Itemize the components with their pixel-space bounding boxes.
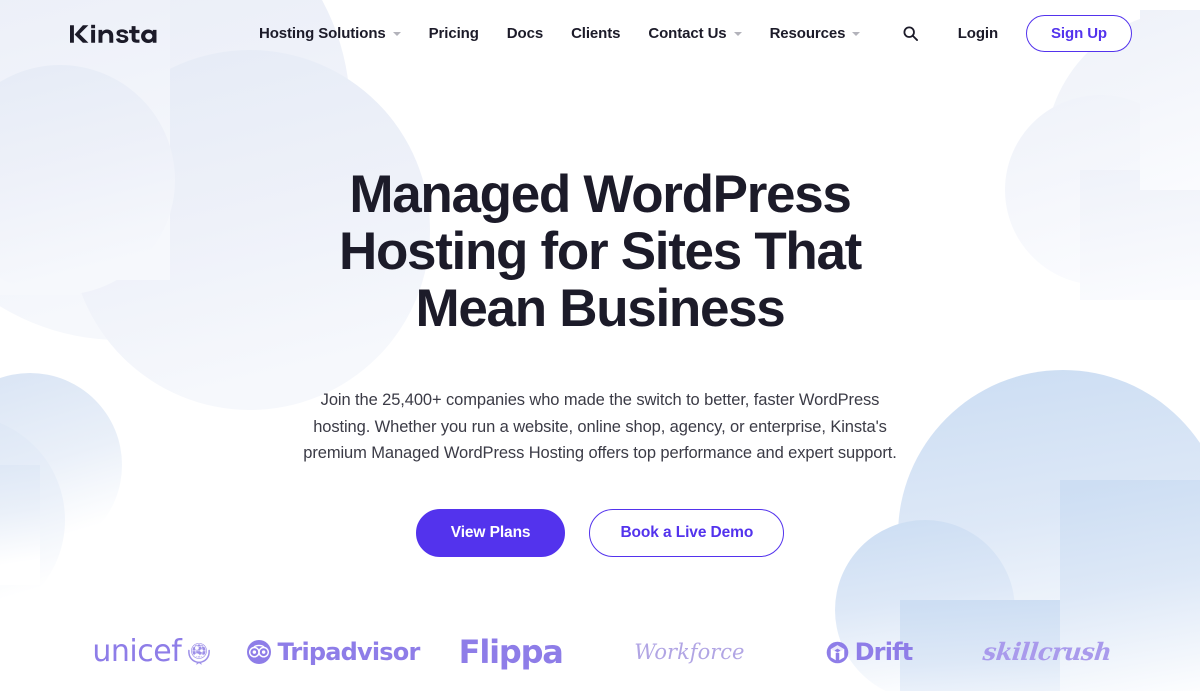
tripadvisor-owl-icon bbox=[247, 640, 272, 664]
chevron-down-icon bbox=[852, 31, 861, 36]
client-logo-skillcrush[interactable]: skillcrush bbox=[957, 637, 1136, 666]
chevron-down-icon bbox=[392, 31, 401, 36]
nav-item-pricing[interactable]: Pricing bbox=[415, 25, 493, 42]
view-plans-button[interactable]: View Plans bbox=[415, 508, 566, 557]
client-logo-flippa[interactable]: Flippa bbox=[421, 636, 600, 668]
unicef-emblem-icon bbox=[188, 643, 211, 665]
nav-label: Docs bbox=[506, 25, 544, 42]
hero-cta-row: View Plans Book a Live Demo bbox=[0, 508, 1200, 557]
hero-subtext: Join the 25,400+ companies who made the … bbox=[303, 391, 897, 462]
kinsta-logo[interactable] bbox=[70, 21, 162, 47]
nav-item-docs[interactable]: Docs bbox=[493, 25, 557, 42]
search-icon bbox=[903, 26, 919, 41]
search-button[interactable] bbox=[894, 17, 928, 51]
nav-label: Hosting Solutions bbox=[259, 25, 386, 42]
kinsta-wordmark-icon bbox=[70, 24, 157, 43]
page-title: Managed WordPress Hosting for Sites That… bbox=[320, 166, 880, 337]
headline-line-1: Managed WordPress bbox=[349, 165, 851, 224]
headline-line-2: Hosting for Sites That bbox=[338, 222, 862, 281]
site-header: Hosting Solutions Pricing Docs Clients C… bbox=[0, 0, 1200, 67]
book-demo-button[interactable]: Book a Live Demo bbox=[589, 508, 785, 557]
unicef-wordmark: unicef bbox=[92, 634, 182, 669]
client-logo-strip: unicef Tripadvisor Flippa Workforce Drif… bbox=[0, 622, 1200, 682]
nav-item-resources[interactable]: Resources bbox=[756, 25, 875, 42]
signup-button[interactable]: Sign Up bbox=[1026, 15, 1132, 52]
client-logo-workforce[interactable]: Workforce bbox=[600, 639, 779, 664]
chevron-down-icon bbox=[733, 31, 742, 36]
nav-item-contact-us[interactable]: Contact Us bbox=[634, 25, 755, 42]
nav-label: Clients bbox=[571, 25, 621, 42]
nav-label: Contact Us bbox=[648, 25, 727, 42]
drift-wordmark: Drift bbox=[854, 638, 914, 666]
nav-label: Pricing bbox=[428, 25, 479, 42]
client-logo-drift[interactable]: Drift bbox=[779, 639, 958, 666]
hero-section: Managed WordPress Hosting for Sites That… bbox=[0, 67, 1200, 557]
nav-label: Resources bbox=[769, 25, 846, 42]
login-link[interactable]: Login bbox=[958, 25, 998, 42]
tripadvisor-wordmark: Tripadvisor bbox=[277, 638, 420, 666]
nav-item-clients[interactable]: Clients bbox=[557, 25, 634, 42]
headline-line-3: Mean Business bbox=[415, 279, 786, 338]
main-nav: Hosting Solutions Pricing Docs Clients C… bbox=[259, 25, 874, 42]
flippa-wordmark: Flippa bbox=[458, 633, 564, 671]
header-actions: Login Sign Up bbox=[894, 15, 1200, 52]
client-logo-unicef[interactable]: unicef bbox=[64, 637, 243, 667]
nav-item-hosting-solutions[interactable]: Hosting Solutions bbox=[259, 25, 415, 42]
drift-badge-icon bbox=[826, 641, 848, 663]
skillcrush-wordmark: skillcrush bbox=[981, 637, 1113, 666]
workforce-wordmark: Workforce bbox=[634, 639, 745, 664]
client-logo-tripadvisor[interactable]: Tripadvisor bbox=[243, 637, 422, 667]
